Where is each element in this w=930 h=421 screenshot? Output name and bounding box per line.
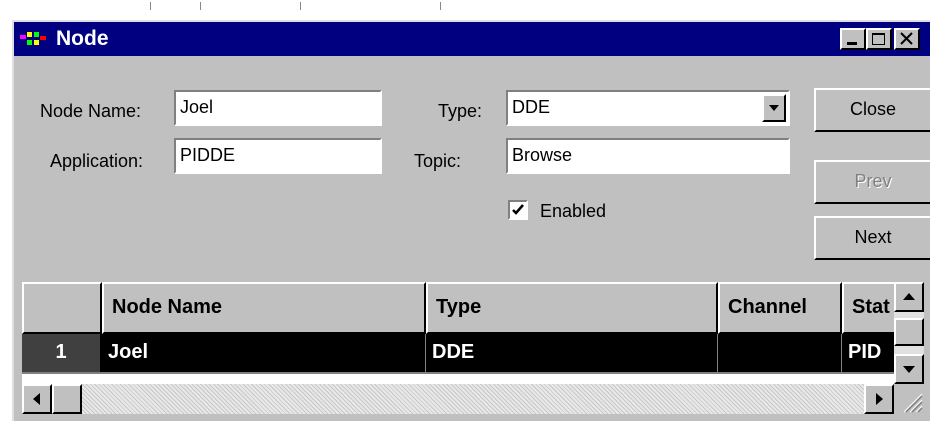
node-name-label: Node Name: <box>40 101 142 121</box>
type-select[interactable]: DDE <box>506 90 790 126</box>
close-button[interactable]: Close <box>814 88 930 132</box>
vertical-scroll-thumb[interactable] <box>894 318 924 346</box>
type-dropdown-button[interactable] <box>762 94 786 122</box>
column-header-channel[interactable]: Channel <box>718 282 842 334</box>
horizontal-scroll-thumb[interactable] <box>52 384 82 414</box>
dropdown-arrow-icon <box>769 105 779 111</box>
vertical-scrollbar[interactable] <box>894 282 924 384</box>
prev-button[interactable]: Prev <box>814 160 930 204</box>
size-grip[interactable] <box>894 384 924 414</box>
app-icon <box>20 30 48 48</box>
checkmark-icon <box>512 204 524 215</box>
table-row-partial[interactable] <box>22 372 924 384</box>
close-window-button[interactable] <box>894 28 920 50</box>
title-bar[interactable]: Node <box>14 22 930 56</box>
scroll-left-icon <box>33 393 40 405</box>
topic-label: Topic: <box>414 151 462 171</box>
row-header[interactable]: 1 <box>22 334 100 372</box>
next-button[interactable]: Next <box>814 216 930 260</box>
application-field[interactable]: PIDDE <box>174 138 382 174</box>
application-label: Application: <box>50 151 144 171</box>
minimize-icon <box>847 42 857 45</box>
scroll-up-button[interactable] <box>894 282 924 312</box>
topic-field[interactable]: Browse <box>506 138 790 174</box>
enabled-checkbox[interactable] <box>508 200 528 220</box>
nodes-grid: Node Name Type Channel Stat Joel DDE PID… <box>22 282 924 384</box>
scroll-down-icon <box>903 366 915 373</box>
enabled-label: Enabled <box>540 201 607 221</box>
node-dialog: Node Node Name: Joel Application: PIDDE … <box>12 20 930 421</box>
scroll-right-button[interactable] <box>864 384 894 414</box>
cell-channel[interactable] <box>718 334 842 372</box>
grid-corner-header[interactable] <box>22 282 102 334</box>
scroll-right-icon <box>876 393 883 405</box>
scroll-left-button[interactable] <box>22 384 52 414</box>
column-header-type[interactable]: Type <box>426 282 718 334</box>
type-select-value: DDE <box>512 97 551 117</box>
window-title: Node <box>56 27 109 50</box>
maximize-icon <box>872 33 885 45</box>
scroll-down-button[interactable] <box>894 354 924 384</box>
table-row[interactable]: Joel DDE PID <box>22 334 924 372</box>
minimize-button[interactable] <box>840 28 866 50</box>
column-header-node-name[interactable]: Node Name <box>102 282 426 334</box>
maximize-button[interactable] <box>866 28 892 50</box>
background-app-strip <box>0 0 930 22</box>
size-grip-icon <box>903 393 923 413</box>
cell-node-name[interactable]: Joel <box>102 334 426 372</box>
node-name-field[interactable]: Joel <box>174 90 382 126</box>
scroll-up-icon <box>903 293 915 300</box>
cell-type[interactable]: DDE <box>426 334 718 372</box>
horizontal-scrollbar[interactable] <box>22 384 894 414</box>
type-label: Type: <box>438 101 483 121</box>
close-icon <box>900 32 913 45</box>
